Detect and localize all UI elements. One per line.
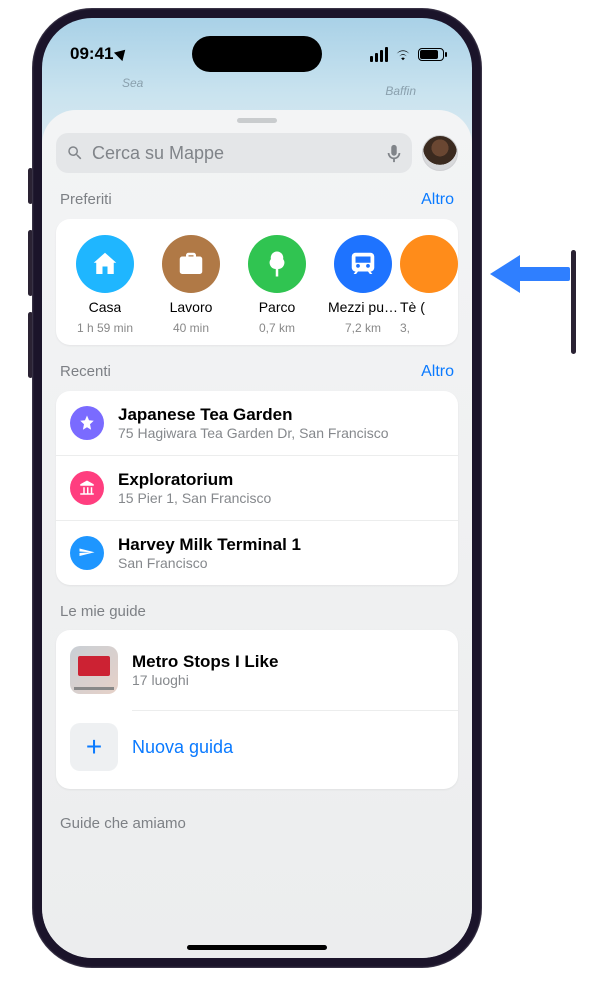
transit-icon: [334, 235, 392, 293]
favorite-park[interactable]: Parco 0,7 km: [234, 235, 320, 335]
guides-we-love-title: Guide che amiamo: [60, 815, 454, 832]
favorite-label: Casa: [89, 299, 122, 315]
guide-sub: 17 luoghi: [132, 672, 444, 688]
plane-icon: [70, 536, 104, 570]
favorite-sub: 3,: [400, 321, 410, 335]
recent-title: Harvey Milk Terminal 1: [118, 535, 444, 555]
home-icon: [76, 235, 134, 293]
recent-sub: 15 Pier 1, San Francisco: [118, 490, 444, 506]
dynamic-island: [192, 36, 322, 72]
recent-sub: 75 Hagiwara Tea Garden Dr, San Francisco: [118, 425, 444, 441]
search-icon: [66, 144, 84, 162]
guides-card: Metro Stops I Like 17 luoghi + Nuova gui…: [56, 630, 458, 789]
new-guide-button[interactable]: + Nuova guida: [56, 711, 458, 789]
home-indicator[interactable]: [187, 945, 327, 950]
favorite-label: Lavoro: [170, 299, 213, 315]
search-input[interactable]: [92, 143, 378, 164]
favorites-row[interactable]: Casa 1 h 59 min Lavoro 40 min Parco 0,7 …: [56, 219, 458, 345]
recents-title: Recenti: [60, 363, 111, 380]
museum-icon: [70, 471, 104, 505]
favorite-tea[interactable]: Tè ( 3,: [406, 235, 458, 335]
favorite-home[interactable]: Casa 1 h 59 min: [62, 235, 148, 335]
map-label-sea: Sea: [122, 76, 143, 90]
profile-avatar[interactable]: [422, 135, 458, 171]
favorite-transit[interactable]: Mezzi pu… 7,2 km: [320, 235, 406, 335]
favorite-sub: 7,2 km: [345, 321, 381, 335]
my-guides-title: Le mie guide: [60, 603, 146, 620]
tree-icon: [248, 235, 306, 293]
favorite-work[interactable]: Lavoro 40 min: [148, 235, 234, 335]
status-time: 09:41: [70, 44, 113, 64]
favorite-label: Mezzi pu…: [328, 299, 398, 315]
location-services-icon: [114, 46, 130, 62]
pin-icon: [400, 235, 458, 293]
plus-icon: +: [70, 723, 118, 771]
favorite-sub: 0,7 km: [259, 321, 295, 335]
sheet-grabber[interactable]: [237, 118, 277, 123]
phone-frame: 09:41 Sea Baffin P: [32, 8, 482, 968]
briefcase-icon: [162, 235, 220, 293]
favorite-sub: 40 min: [173, 321, 209, 335]
recents-more-link[interactable]: Altro: [421, 363, 454, 381]
map-label-baffin: Baffin: [385, 84, 416, 98]
favorites-card: Casa 1 h 59 min Lavoro 40 min Parco 0,7 …: [56, 219, 458, 345]
cell-signal-icon: [370, 47, 388, 62]
recent-item[interactable]: Japanese Tea Garden 75 Hagiwara Tea Gard…: [56, 391, 458, 455]
guide-item[interactable]: Metro Stops I Like 17 luoghi: [56, 630, 458, 710]
favorite-sub: 1 h 59 min: [77, 321, 133, 335]
recent-sub: San Francisco: [118, 555, 444, 571]
favorites-more-link[interactable]: Altro: [421, 191, 454, 209]
guide-title: Metro Stops I Like: [132, 652, 444, 672]
recent-item[interactable]: Exploratorium 15 Pier 1, San Francisco: [56, 455, 458, 520]
favorite-label: Parco: [259, 299, 296, 315]
recent-title: Exploratorium: [118, 470, 444, 490]
annotation-arrow: [490, 255, 570, 291]
recent-title: Japanese Tea Garden: [118, 405, 444, 425]
recents-card: Japanese Tea Garden 75 Hagiwara Tea Gard…: [56, 391, 458, 585]
recent-item[interactable]: Harvey Milk Terminal 1 San Francisco: [56, 520, 458, 585]
screen: 09:41 Sea Baffin P: [42, 18, 472, 958]
search-field[interactable]: [56, 133, 412, 173]
search-sheet: Preferiti Altro Casa 1 h 59 min Lavoro 4…: [42, 110, 472, 958]
battery-icon: [418, 48, 444, 61]
wifi-icon: [394, 47, 412, 61]
favorites-title: Preferiti: [60, 191, 112, 208]
star-icon: [70, 406, 104, 440]
new-guide-label: Nuova guida: [132, 737, 233, 758]
guide-thumbnail: [70, 646, 118, 694]
favorite-label: Tè (: [400, 299, 425, 315]
microphone-icon[interactable]: [386, 143, 402, 163]
phone-side-button: [571, 250, 576, 354]
